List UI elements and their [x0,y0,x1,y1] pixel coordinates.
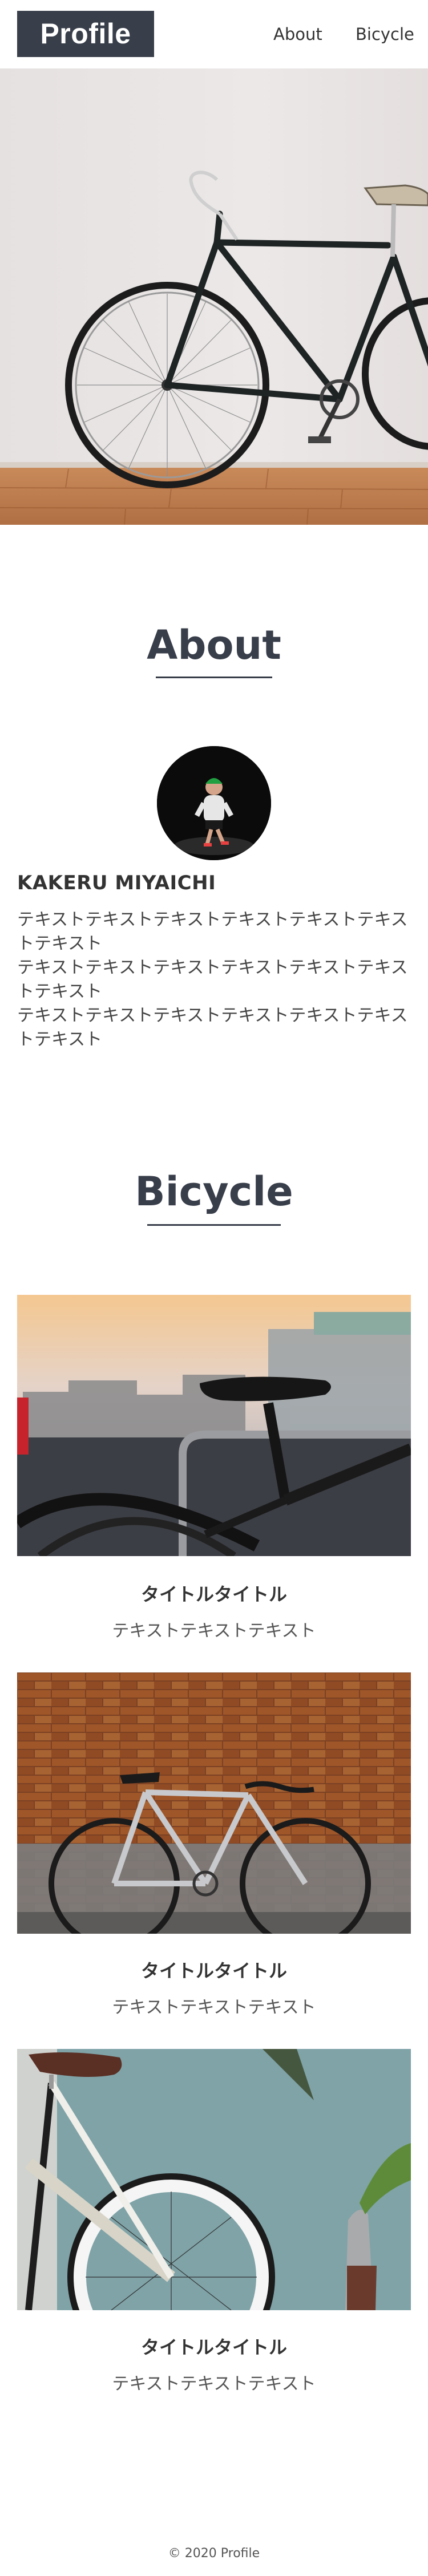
bicycle-card-title: タイトルタイトル [140,1960,287,1982]
bicycle-card-image [17,2049,411,2310]
profile-paragraph: テキストテキストテキストテキストテキストテキストテキスト [17,958,408,1002]
bicycle-card-image [17,1295,411,1556]
bicycle-card-text: テキストテキストテキスト [112,2374,316,2394]
nav-link-bicycle[interactable]: Bicycle [356,23,414,46]
site-header: Profile About Bicycle [0,0,428,68]
bicycle-card-title: タイトルタイトル [140,2336,287,2358]
bicycle-title-underline [147,1224,281,1226]
profile-paragraph: テキストテキストテキストテキストテキストテキストテキスト [17,1006,408,1050]
profile-description: テキストテキストテキストテキストテキストテキストテキスト テキストテキストテキス… [17,908,411,1052]
bicycle-section-title: Bicycle [135,1168,293,1215]
bicycle-card-image [17,1672,411,1934]
about-title-underline [156,677,272,678]
profile-name: KAKERU MIYAICHI [17,872,216,894]
nav-link-about[interactable]: About [273,23,322,46]
bicycle-card-text: テキストテキストテキスト [112,1621,316,1641]
bicycle-card-text: テキストテキストテキスト [112,1998,316,2018]
bicycle-card-title: タイトルタイトル [140,1583,287,1605]
footer-copyright: © 2020 Profile [168,2546,260,2561]
about-section-title: About [147,622,281,669]
profile-avatar [157,746,271,860]
profile-paragraph: テキストテキストテキストテキストテキストテキストテキスト [17,910,408,954]
hero-image [0,68,428,525]
site-logo[interactable]: Profile [17,11,154,57]
